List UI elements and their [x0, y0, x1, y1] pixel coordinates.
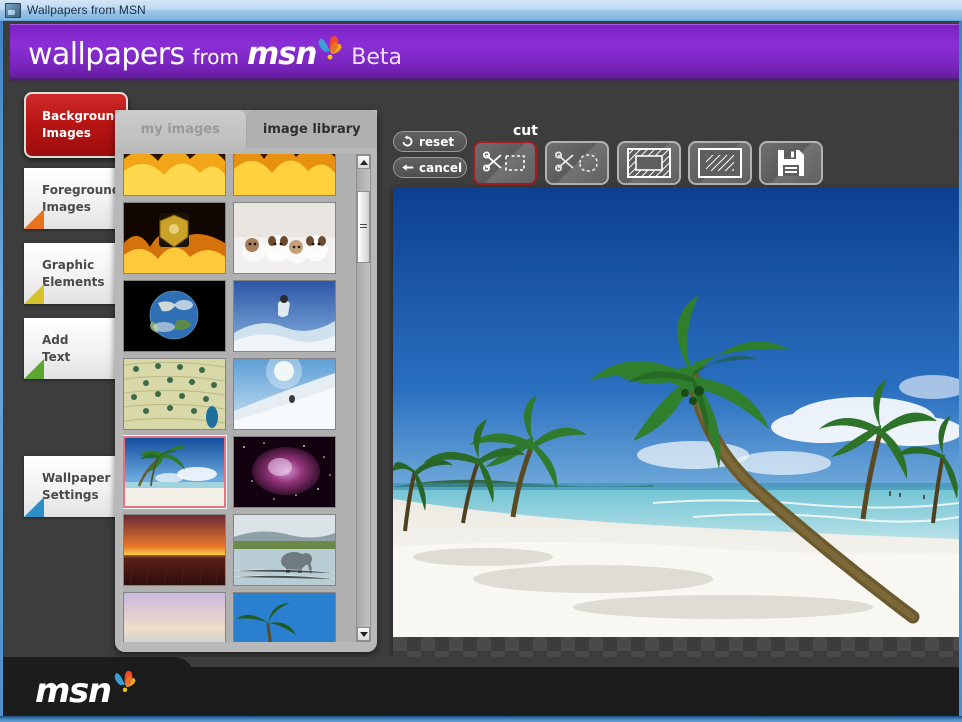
tool-cut-rectangle[interactable]: [473, 141, 537, 185]
thumbnail-scroll-area: [123, 154, 369, 642]
scroll-down-button[interactable]: [357, 627, 370, 641]
app-window-icon: [5, 3, 21, 18]
thumbnail-surfer-wave[interactable]: [233, 280, 336, 352]
sidebar-item-graphic-elements[interactable]: Graphic Elements: [24, 243, 128, 304]
tool-crop-outer[interactable]: [688, 141, 752, 185]
scroll-up-button[interactable]: [357, 155, 370, 169]
app-window: Wallpapers from MSN wallpapers from msn …: [0, 0, 962, 722]
reset-label: reset: [419, 135, 454, 149]
preview-canvas[interactable]: [393, 187, 959, 687]
thumbnail-snow-mountain[interactable]: [233, 358, 336, 430]
scrollbar-thumb[interactable]: [357, 191, 370, 263]
thumbnail-nebula[interactable]: [233, 436, 336, 508]
cancel-label: cancel: [419, 161, 462, 175]
thumbnail-palm-beach[interactable]: [123, 436, 226, 508]
sidebar-item-label-line1: Background: [42, 108, 126, 125]
thumbnail-sunset-field[interactable]: [123, 514, 226, 586]
floppy-disk-icon: [776, 148, 806, 178]
grip-icon: [360, 224, 367, 230]
sidebar-item-background-images[interactable]: Background Images: [24, 92, 128, 158]
hatched-fill-icon: [698, 148, 742, 178]
sidebar-nav: Background Images Foreground Images Grap…: [10, 82, 125, 657]
taskbar-edge: [0, 716, 962, 722]
tool-save[interactable]: [759, 141, 823, 185]
brand-header: wallpapers from msn Beta: [10, 24, 959, 82]
tab-image-library[interactable]: image library: [247, 110, 378, 148]
thumbnail-grid: [123, 154, 349, 642]
thumbnail-palm-sky[interactable]: [233, 592, 336, 642]
chevron-down-icon: [360, 632, 368, 637]
sidebar-item-wallpaper-settings[interactable]: Wallpaper Settings: [24, 456, 128, 517]
sidebar-accent-yellow: [24, 284, 44, 304]
app-body: wallpapers from msn Beta Background Imag…: [3, 21, 959, 719]
image-library-panel: my images image library: [115, 110, 377, 652]
footer-msn-logo: msn: [35, 671, 137, 711]
reset-button[interactable]: reset: [393, 131, 467, 152]
editor-toolbar: reset cancel cut: [393, 121, 959, 185]
scissors-lasso-icon: [554, 149, 600, 177]
brand-msn-text: msn: [247, 36, 316, 72]
thumbnail-elephant-river[interactable]: [233, 514, 336, 586]
thumbnail-fire-dragon-2[interactable]: [233, 154, 336, 196]
brand-from-text: from: [192, 45, 239, 69]
tool-cut-freeform[interactable]: [545, 141, 609, 185]
msn-butterfly-icon: [317, 35, 343, 65]
back-arrow-icon: [401, 161, 414, 174]
cut-group-label: cut: [513, 123, 538, 139]
preview-image-palm-beach: [393, 187, 959, 637]
tool-crop-inner[interactable]: [617, 141, 681, 185]
brand-wallpapers-text: wallpapers: [28, 37, 184, 72]
title-bar: Wallpapers from MSN: [0, 0, 962, 21]
brand-lockup: wallpapers from msn Beta: [28, 36, 402, 72]
footer-msn-text: msn: [35, 671, 111, 711]
sidebar-accent-orange: [24, 209, 44, 229]
library-scrollbar[interactable]: [356, 154, 371, 642]
thumbnail-pastel-sky[interactable]: [123, 592, 226, 642]
thumbnail-fire-dragon-1[interactable]: [123, 154, 226, 196]
window-title: Wallpapers from MSN: [27, 3, 146, 17]
thumbnail-fire-emblem[interactable]: [123, 202, 226, 274]
undo-arrow-icon: [401, 135, 414, 148]
cancel-button[interactable]: cancel: [393, 157, 467, 178]
thumbnail-peacock[interactable]: [123, 358, 226, 430]
thumbnail-puppies[interactable]: [233, 202, 336, 274]
msn-butterfly-icon: [113, 670, 137, 697]
scissors-rectangle-icon: [482, 149, 528, 177]
sidebar-item-label-line2: Images: [42, 125, 126, 142]
brand-beta-text: Beta: [351, 45, 402, 70]
sidebar-item-foreground-images[interactable]: Foreground Images: [24, 168, 128, 229]
sidebar-item-add-text[interactable]: Add Text: [24, 318, 128, 379]
hatched-frame-icon: [627, 148, 671, 178]
library-tabs: my images image library: [115, 110, 377, 148]
tab-my-images[interactable]: my images: [115, 110, 247, 148]
sidebar-accent-blue: [24, 497, 44, 517]
sidebar-accent-green: [24, 359, 44, 379]
thumbnail-earth-globe[interactable]: [123, 280, 226, 352]
chevron-up-icon: [360, 160, 368, 165]
footer-bar: msn: [3, 657, 959, 719]
